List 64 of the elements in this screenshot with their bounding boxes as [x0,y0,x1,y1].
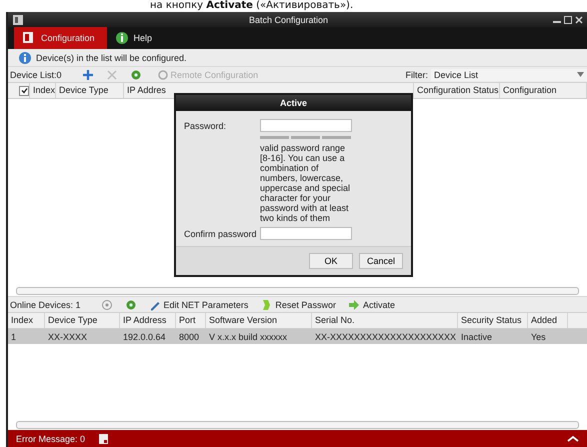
arrow-icon [348,298,360,310]
toolbar-button[interactable]: Edit NET Parameters [148,298,248,310]
toolbar-button[interactable]: Reset Passwor [260,298,336,310]
table-cell-text: XX-XXXXXXXXXXXXXXXXXXXXX [314,332,458,342]
table-cell-text: Yes [530,332,547,342]
strength-bar [260,136,289,139]
field-label: Confirm password [184,228,258,238]
reset-icon [260,298,272,310]
table-cell-text: 1 [10,332,18,342]
close-icon [575,16,583,24]
column-header[interactable]: Security Status [458,313,528,328]
table-cell-text: 192.0.0.64 [122,332,167,342]
caret-up-icon [567,436,579,442]
select-all-checkbox[interactable] [19,86,29,96]
column-header[interactable]: Configuration [500,83,587,98]
tab[interactable]: Configuration [14,27,107,49]
filter-dropdown[interactable]: Device List [431,68,587,80]
error-message: Error Message: 0 [16,434,86,444]
table-cell-text: 8000 [178,332,200,342]
app-logo-icon [12,14,24,26]
info-message: Device(s) in the list will be configured. [36,52,187,62]
field-label: Password: [184,120,228,130]
tool-button[interactable] [82,68,94,80]
column-header[interactable]: Port [176,313,206,328]
table-row[interactable]: 1 XX-XXXX 192.0.0.64 8000 V x.x.x build xxxxxx XX-XXXXXXXXXXXXXXXXXXXXX Inactive Yes [8,329,587,344]
info-icon [18,50,32,64]
toolbar-button[interactable]: Activate [348,298,395,310]
caret-icon [577,72,584,77]
table-cell-text: XX-XXXX [47,332,88,342]
column-header[interactable]: Serial No. [312,313,458,328]
table-cell-text: Inactive [460,332,494,342]
dialog-button[interactable]: Cancel [359,253,403,269]
radar-icon [100,298,113,310]
password-hint: valid password range [8-16]. You can use a combination of numbers, lowercase, uppercase and special character for your password with at least two kinds of them [260,143,352,223]
column-header[interactable]: Configuration Status [414,83,500,98]
horizontal-scrollbar[interactable] [16,287,579,295]
confirm-password-field[interactable] [260,227,352,240]
book-icon [22,31,36,45]
column-header[interactable]: IP Address [120,313,176,328]
column-header[interactable]: Index [8,313,45,328]
filter-label: Filter: [406,70,428,80]
dialog-title: Active [176,95,411,111]
column-header[interactable]: Index [30,83,56,98]
column-header[interactable]: Software Version [206,313,312,328]
column-header[interactable]: Device Type [45,313,120,328]
horizontal-scrollbar[interactable] [16,421,579,429]
info-icon [114,31,129,45]
column-header[interactable]: Device Type [56,83,124,98]
tool-button[interactable] [100,298,113,310]
device-list-label: Device List:0 [10,70,62,80]
strength-bar [322,136,351,139]
plus-icon [82,68,94,80]
caption-text: на кнопку Activate («Активировать»). [149,0,354,12]
dialog-button[interactable]: OK [309,253,353,269]
document-icon [99,434,108,444]
strength-bar [291,136,320,139]
online-devices-label: Online Devices: 1 [10,300,81,310]
column-header[interactable]: Added [528,313,568,328]
password-field[interactable] [260,119,352,132]
tab[interactable]: Help [106,27,164,49]
maximize-icon [564,16,572,24]
close-icon [106,68,118,80]
table-cell-text: V x.x.x build xxxxxx [208,332,288,342]
window-title: Batch Configuration [248,14,330,24]
